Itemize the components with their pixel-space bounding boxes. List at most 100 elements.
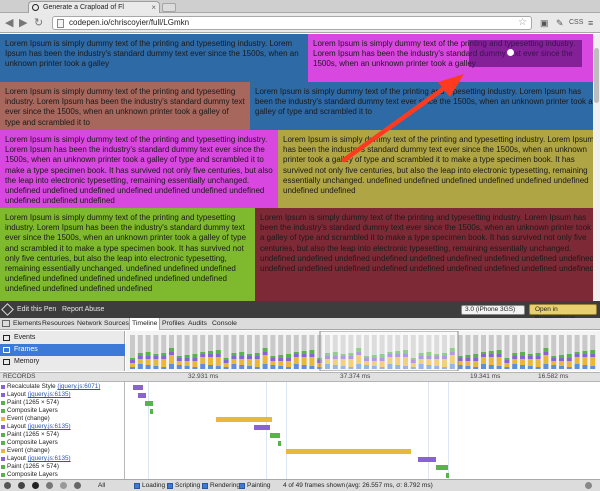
wrench-icon[interactable]: ✎ <box>556 16 564 30</box>
frame-bar-segment <box>520 365 525 369</box>
record-bar[interactable] <box>446 473 449 478</box>
record-bar[interactable] <box>150 409 153 414</box>
edit-pen-link[interactable]: Edit this Pen <box>17 301 56 318</box>
frame-bar-segment <box>161 367 167 369</box>
frame-bar-segment <box>247 366 252 369</box>
record-row[interactable]: Composite Layers <box>0 471 124 479</box>
frame-bar-segment <box>512 359 518 364</box>
record-row[interactable]: Layout (jquery.js:6135) <box>0 391 124 399</box>
console-icon[interactable] <box>18 482 25 489</box>
painting-checkbox[interactable] <box>239 483 245 489</box>
frame-bar-segment <box>551 361 557 365</box>
dock-icon[interactable] <box>4 482 11 489</box>
reload-icon[interactable]: ↻ <box>34 16 43 30</box>
record-bar[interactable] <box>270 433 280 438</box>
forward-icon[interactable]: ▶ <box>19 16 27 30</box>
content-block: Lorem Ipsum is simply dummy text of the … <box>0 208 255 301</box>
garbage-collect-icon[interactable] <box>74 482 81 489</box>
record-bar[interactable] <box>254 425 270 430</box>
record-row[interactable]: Paint (1265 × 574) <box>0 463 124 471</box>
cursor-dot <box>507 49 514 56</box>
url-text: codepen.io/chriscoyier/full/LGmkn <box>69 18 190 27</box>
record-bar[interactable] <box>216 417 272 422</box>
browser-tab[interactable]: Generate a Crapload of Fl × <box>28 1 160 13</box>
record-source-link[interactable]: (jquery.js:6135) <box>28 455 71 462</box>
record-label: Event (change) <box>7 415 50 422</box>
tab-sources[interactable]: Sources <box>104 318 129 330</box>
record-bar[interactable] <box>286 449 411 454</box>
record-bar[interactable] <box>133 385 143 390</box>
record-bar[interactable] <box>278 441 281 446</box>
frame-bar-idle <box>176 335 182 356</box>
frame-bar-segment <box>527 356 533 359</box>
record-source-link[interactable]: (jquery.js:6135) <box>28 423 71 430</box>
tab-profiles[interactable]: Profiles <box>162 318 185 330</box>
open-browserstack-button[interactable]: Open in BrowserStack <box>529 304 597 322</box>
record-row[interactable]: Composite Layers <box>0 407 124 415</box>
scrollbar-thumb[interactable] <box>594 48 599 103</box>
record-row[interactable]: Layout (jquery.js:6135) <box>0 455 124 463</box>
frame-bar-segment <box>301 351 307 354</box>
tab-timeline[interactable]: Timeline <box>129 318 161 330</box>
record-bar[interactable] <box>138 393 146 398</box>
frames-shown-label: 4 of 49 frames shown <box>283 482 346 489</box>
settings-gear-icon[interactable] <box>585 482 592 489</box>
record-color-swatch <box>1 425 5 429</box>
tab-network[interactable]: Network <box>77 318 102 330</box>
frame-bar-segment <box>145 359 151 365</box>
device-select[interactable]: 3.0 (iPhone 3GS) <box>461 305 525 315</box>
tab-console[interactable]: Console <box>212 318 237 330</box>
record-row[interactable]: Paint (1265 × 574) <box>0 399 124 407</box>
new-tab-button[interactable] <box>162 3 176 12</box>
clear-icon[interactable] <box>46 482 53 489</box>
record-row[interactable]: Layout (jquery.js:6135) <box>0 423 124 431</box>
annotation-arrow-icon <box>341 74 464 163</box>
extension-icon[interactable]: ▣ <box>540 16 549 30</box>
frame-bar-segment <box>231 364 237 369</box>
menu-icon[interactable]: ≡ <box>588 16 593 30</box>
tab-close-icon[interactable]: × <box>151 2 156 13</box>
frame-bar-idle <box>231 335 237 353</box>
frame-bar-segment <box>566 361 572 367</box>
tab-audits[interactable]: Audits <box>188 318 207 330</box>
frame-bar-idle <box>301 335 307 351</box>
report-abuse-link[interactable]: Report Abuse <box>62 301 104 318</box>
address-bar[interactable]: codepen.io/chriscoyier/full/LGmkn ☆ <box>52 16 532 30</box>
record-source-link[interactable]: (jquery.js:6135) <box>28 391 71 398</box>
record-icon[interactable] <box>32 482 39 489</box>
overview-frames[interactable]: Frames <box>0 344 125 356</box>
record-row[interactable]: Event (change) <box>0 447 124 455</box>
loading-checkbox[interactable] <box>134 483 140 489</box>
tab-elements[interactable]: Elements <box>13 318 41 330</box>
overview-memory[interactable]: Memory <box>0 356 125 368</box>
frame-bar-segment <box>184 355 190 358</box>
inspect-icon[interactable] <box>2 320 10 327</box>
scripting-checkbox[interactable] <box>167 483 173 489</box>
record-row[interactable]: Composite Layers <box>0 439 124 447</box>
record-source-link[interactable]: (jquery.js:6071) <box>57 383 100 390</box>
frame-divider <box>266 382 267 479</box>
bookmark-star-icon[interactable]: ☆ <box>518 17 527 29</box>
frame-bar-segment <box>215 366 221 369</box>
frame-bar-segment <box>512 364 518 369</box>
record-bar[interactable] <box>436 465 448 470</box>
css-extension-label[interactable]: CSS <box>569 16 583 30</box>
tab-resources[interactable]: Resources <box>42 318 75 330</box>
record-bar[interactable] <box>145 401 153 406</box>
record-row[interactable]: Recalculate Style (jquery.js:6071) <box>0 383 124 391</box>
overview-events[interactable]: Events <box>0 332 125 344</box>
record-row[interactable]: Event (change) <box>0 415 124 423</box>
frames-overview-graph[interactable] <box>126 331 600 371</box>
record-bar[interactable] <box>418 457 436 462</box>
record-row[interactable]: Paint (1265 × 574) <box>0 431 124 439</box>
filter-icon[interactable] <box>60 482 67 489</box>
back-icon[interactable]: ◀ <box>5 16 13 30</box>
frame-bar-segment <box>262 352 268 355</box>
frame-bar-segment <box>293 364 299 369</box>
rendering-checkbox[interactable] <box>202 483 208 489</box>
page-scrollbar[interactable] <box>593 34 600 301</box>
frame-bar-segment <box>309 350 315 354</box>
overview-selection-window[interactable] <box>319 331 459 371</box>
frame-bar-idle <box>239 335 245 352</box>
filter-all-select[interactable]: All <box>98 480 105 491</box>
